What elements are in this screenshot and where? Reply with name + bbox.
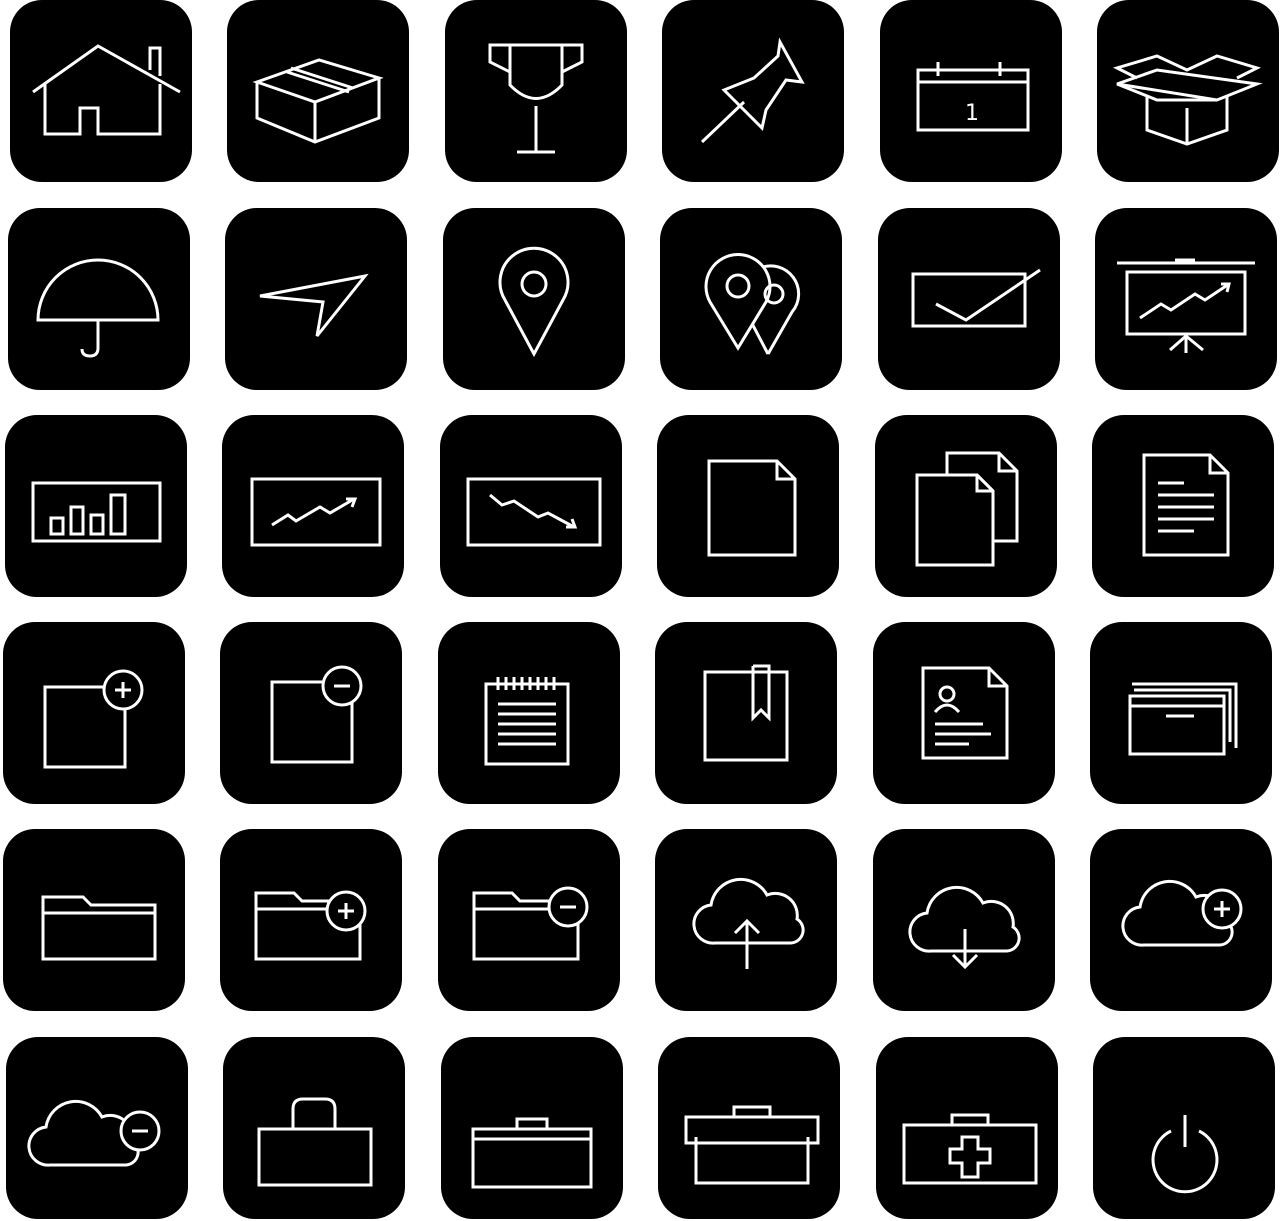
icon-tile[interactable] — [5, 415, 187, 597]
check-box-icon — [911, 268, 1041, 328]
icon-tile[interactable] — [1093, 1037, 1275, 1219]
trending-down-chart-icon — [466, 477, 602, 547]
icon-tile[interactable] — [1092, 415, 1274, 597]
open-box-icon — [1112, 54, 1263, 146]
icon-tile[interactable] — [444, 0, 627, 182]
location-pin-icon — [498, 246, 570, 358]
icon-tile[interactable] — [1095, 208, 1277, 390]
copy-documents-icon — [915, 451, 1019, 567]
text-document-icon — [1142, 453, 1230, 557]
icon-tile[interactable]: 1 — [879, 0, 1062, 182]
icon-tile[interactable] — [875, 1037, 1058, 1219]
bar-chart-icon — [31, 481, 162, 543]
power-icon — [1151, 1115, 1219, 1194]
calendar-icon: 1 — [916, 62, 1030, 132]
icon-tile[interactable] — [6, 1037, 188, 1219]
icon-tile[interactable] — [220, 829, 403, 1011]
icon-tile[interactable] — [3, 829, 185, 1011]
icon-tile[interactable] — [440, 1037, 623, 1219]
icon-tile[interactable] — [655, 829, 838, 1011]
icon-tile[interactable] — [442, 208, 625, 390]
icon-tile[interactable] — [657, 415, 840, 597]
icon-tile[interactable] — [872, 829, 1055, 1011]
cloud-add-icon — [1121, 879, 1243, 947]
icon-tile[interactable] — [3, 622, 185, 804]
icon-tile[interactable] — [437, 829, 620, 1011]
icon-tile[interactable] — [662, 0, 845, 182]
icon-tile[interactable] — [10, 0, 192, 182]
icon-tile[interactable] — [1097, 0, 1279, 182]
folder-icon — [41, 895, 157, 961]
window-stack-icon — [1128, 682, 1238, 756]
remove-document-icon — [270, 665, 363, 764]
icon-tile[interactable] — [660, 208, 843, 390]
trending-up-chart-icon — [250, 477, 382, 547]
icon-tile[interactable] — [655, 622, 838, 804]
icon-tile[interactable] — [8, 208, 190, 390]
notepad-icon — [484, 677, 570, 766]
icon-tile[interactable] — [874, 415, 1057, 597]
cloud-download-icon — [907, 885, 1021, 970]
cloud-remove-icon — [27, 1099, 161, 1167]
icon-tile[interactable] — [872, 622, 1055, 804]
toolbox-icon — [684, 1105, 820, 1185]
presentation-board-icon — [1117, 258, 1255, 353]
icon-tile[interactable] — [222, 415, 405, 597]
resume-document-icon — [921, 666, 1009, 760]
icon-tile[interactable] — [658, 1037, 841, 1219]
shopping-bag-icon — [257, 1097, 373, 1187]
blank-document-icon — [707, 459, 797, 557]
icon-tile[interactable] — [220, 622, 403, 804]
home-icon — [32, 44, 181, 136]
cloud-upload-icon — [692, 877, 805, 969]
icon-tile[interactable] — [1090, 622, 1272, 804]
add-document-icon — [43, 669, 144, 769]
icon-tile[interactable] — [437, 622, 620, 804]
trophy-icon — [488, 43, 584, 154]
add-folder-icon — [254, 890, 367, 961]
icon-tile[interactable] — [439, 415, 622, 597]
pushpin-icon — [701, 37, 805, 144]
first-aid-kit-icon — [902, 1113, 1038, 1185]
icon-tile[interactable] — [877, 208, 1060, 390]
umbrella-icon — [36, 258, 160, 358]
icon-tile[interactable] — [227, 0, 410, 182]
briefcase-icon — [471, 1117, 593, 1189]
navigation-arrow-icon — [260, 273, 370, 337]
multiple-location-pins-icon — [704, 253, 801, 355]
icon-tile[interactable] — [223, 1037, 406, 1219]
icon-tile[interactable] — [1090, 829, 1272, 1011]
bookmark-document-icon — [703, 664, 789, 762]
box-icon — [252, 58, 385, 144]
remove-folder-icon — [472, 886, 589, 961]
calendar-day-label: 1 — [965, 101, 979, 126]
icon-tile[interactable] — [225, 208, 408, 390]
